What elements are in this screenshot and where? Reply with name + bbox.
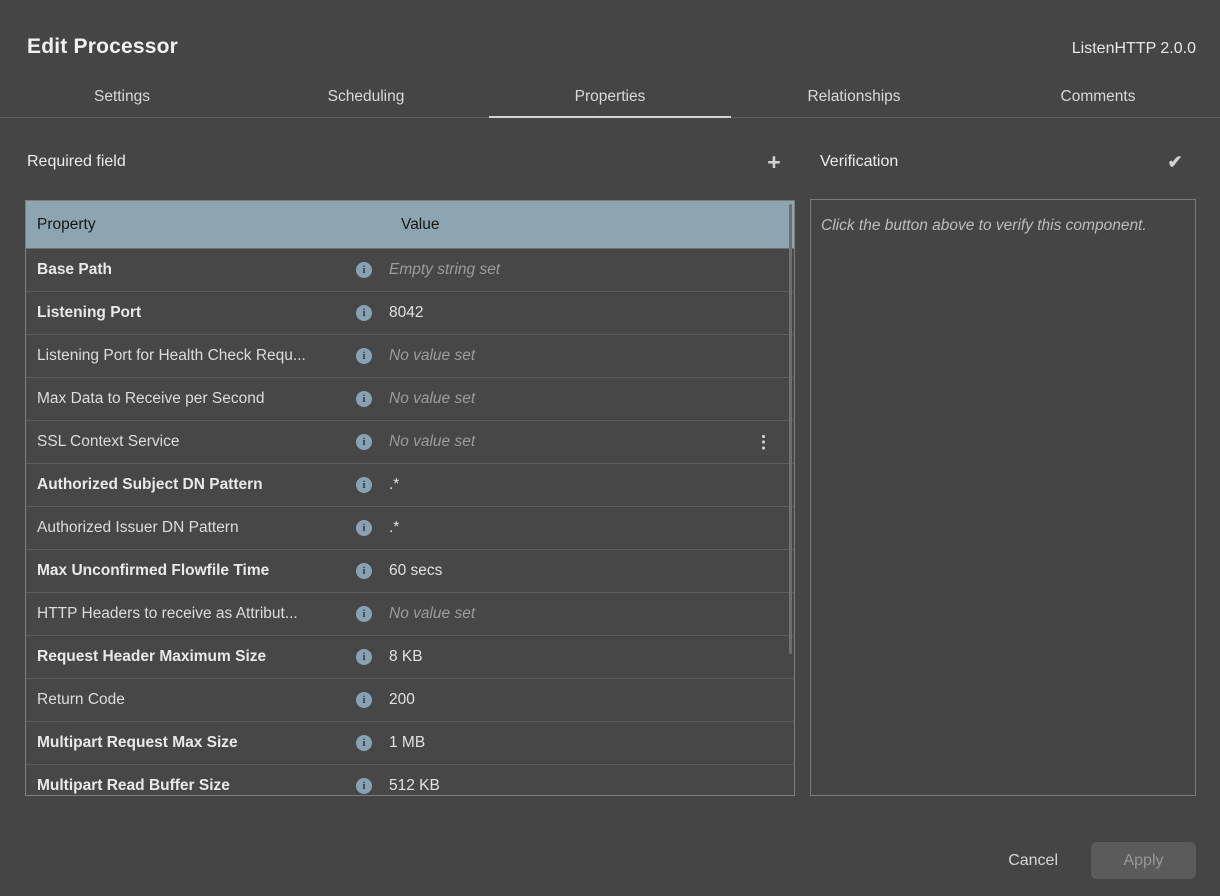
property-name: Authorized Subject DN Pattern bbox=[26, 476, 356, 494]
property-value: 60 secs bbox=[389, 562, 442, 580]
property-value: 8 KB bbox=[389, 648, 423, 666]
add-property-button[interactable]: + bbox=[760, 148, 788, 176]
info-icon[interactable]: i bbox=[356, 434, 372, 450]
property-name: Multipart Request Max Size bbox=[26, 734, 356, 752]
property-value: 512 KB bbox=[389, 777, 440, 795]
property-value: 1 MB bbox=[389, 734, 425, 752]
tab-scheduling[interactable]: Scheduling bbox=[244, 76, 488, 117]
table-row[interactable]: Listening Port for Health Check Requ... … bbox=[26, 335, 794, 378]
info-icon[interactable]: i bbox=[356, 563, 372, 579]
required-field-label: Required field bbox=[27, 153, 126, 171]
property-value: Empty string set bbox=[389, 261, 500, 279]
table-scrollbar[interactable] bbox=[789, 204, 792, 654]
property-name: Return Code bbox=[26, 691, 356, 709]
property-table-body: Base Path i Empty string set Listening P… bbox=[26, 249, 794, 796]
info-icon[interactable]: i bbox=[356, 520, 372, 536]
kebab-menu-icon[interactable]: ⋮ bbox=[755, 434, 772, 451]
property-name: HTTP Headers to receive as Attribut... bbox=[26, 605, 356, 623]
column-header-value: Value bbox=[356, 216, 440, 234]
edit-processor-dialog: Edit Processor ListenHTTP 2.0.0 Settings… bbox=[0, 0, 1220, 896]
tab-comments-label: Comments bbox=[1061, 88, 1136, 106]
info-icon[interactable]: i bbox=[356, 778, 372, 794]
table-row[interactable]: Max Unconfirmed Flowfile Time i 60 secs bbox=[26, 550, 794, 593]
tab-comments[interactable]: Comments bbox=[976, 76, 1220, 117]
info-icon[interactable]: i bbox=[356, 649, 372, 665]
table-row[interactable]: Base Path i Empty string set bbox=[26, 249, 794, 292]
tab-relationships[interactable]: Relationships bbox=[732, 76, 976, 117]
property-table-header: Property Value bbox=[26, 201, 794, 249]
info-icon[interactable]: i bbox=[356, 305, 372, 321]
table-row[interactable]: HTTP Headers to receive as Attribut... i… bbox=[26, 593, 794, 636]
table-row[interactable]: Authorized Issuer DN Pattern i .* bbox=[26, 507, 794, 550]
property-value: No value set bbox=[389, 390, 475, 408]
table-row[interactable]: SSL Context Service i No value set ⋮ bbox=[26, 421, 794, 464]
tab-settings-label: Settings bbox=[94, 88, 150, 106]
info-icon[interactable]: i bbox=[356, 735, 372, 751]
info-icon[interactable]: i bbox=[356, 391, 372, 407]
tab-scheduling-label: Scheduling bbox=[328, 88, 405, 106]
verification-heading: Verification bbox=[820, 153, 898, 171]
property-name: Multipart Read Buffer Size bbox=[26, 777, 356, 795]
tab-bar: Settings Scheduling Properties Relations… bbox=[0, 76, 1220, 118]
table-row[interactable]: Listening Port i 8042 bbox=[26, 292, 794, 335]
property-name: Max Data to Receive per Second bbox=[26, 390, 356, 408]
property-name: Authorized Issuer DN Pattern bbox=[26, 519, 356, 537]
dialog-title: Edit Processor bbox=[27, 35, 178, 59]
property-name: Max Unconfirmed Flowfile Time bbox=[26, 562, 356, 580]
property-name: Listening Port for Health Check Requ... bbox=[26, 347, 356, 365]
property-value: No value set bbox=[389, 433, 475, 451]
plus-icon: + bbox=[767, 149, 780, 176]
property-value: .* bbox=[389, 476, 399, 494]
property-name: Listening Port bbox=[26, 304, 356, 322]
info-icon[interactable]: i bbox=[356, 262, 372, 278]
tab-settings[interactable]: Settings bbox=[0, 76, 244, 117]
info-icon[interactable]: i bbox=[356, 606, 372, 622]
table-row[interactable]: Return Code i 200 bbox=[26, 679, 794, 722]
verification-message: Click the button above to verify this co… bbox=[821, 214, 1183, 238]
column-header-property: Property bbox=[26, 216, 356, 234]
check-icon: ✔ bbox=[1167, 152, 1182, 173]
table-row[interactable]: Multipart Read Buffer Size i 512 KB bbox=[26, 765, 794, 796]
info-icon[interactable]: i bbox=[356, 692, 372, 708]
apply-button[interactable]: Apply bbox=[1091, 842, 1196, 879]
info-icon[interactable]: i bbox=[356, 477, 372, 493]
verify-button[interactable]: ✔ bbox=[1160, 148, 1190, 176]
property-value: 200 bbox=[389, 691, 415, 709]
cancel-button[interactable]: Cancel bbox=[998, 842, 1068, 879]
processor-version-label: ListenHTTP 2.0.0 bbox=[1072, 40, 1196, 58]
property-value: No value set bbox=[389, 347, 475, 365]
tab-relationships-label: Relationships bbox=[807, 88, 900, 106]
verification-panel: Click the button above to verify this co… bbox=[810, 199, 1196, 796]
info-icon[interactable]: i bbox=[356, 348, 372, 364]
table-row[interactable]: Authorized Subject DN Pattern i .* bbox=[26, 464, 794, 507]
property-name: Base Path bbox=[26, 261, 356, 279]
property-name: Request Header Maximum Size bbox=[26, 648, 356, 666]
tab-properties-label: Properties bbox=[575, 88, 646, 106]
table-row[interactable]: Multipart Request Max Size i 1 MB bbox=[26, 722, 794, 765]
active-tab-underline bbox=[489, 116, 731, 118]
table-row[interactable]: Max Data to Receive per Second i No valu… bbox=[26, 378, 794, 421]
property-table: Property Value Base Path i Empty string … bbox=[25, 200, 795, 796]
property-value: 8042 bbox=[389, 304, 423, 322]
property-value: .* bbox=[389, 519, 399, 537]
property-value: No value set bbox=[389, 605, 475, 623]
table-row[interactable]: Request Header Maximum Size i 8 KB bbox=[26, 636, 794, 679]
property-name: SSL Context Service bbox=[26, 433, 356, 451]
tab-properties[interactable]: Properties bbox=[488, 76, 732, 117]
